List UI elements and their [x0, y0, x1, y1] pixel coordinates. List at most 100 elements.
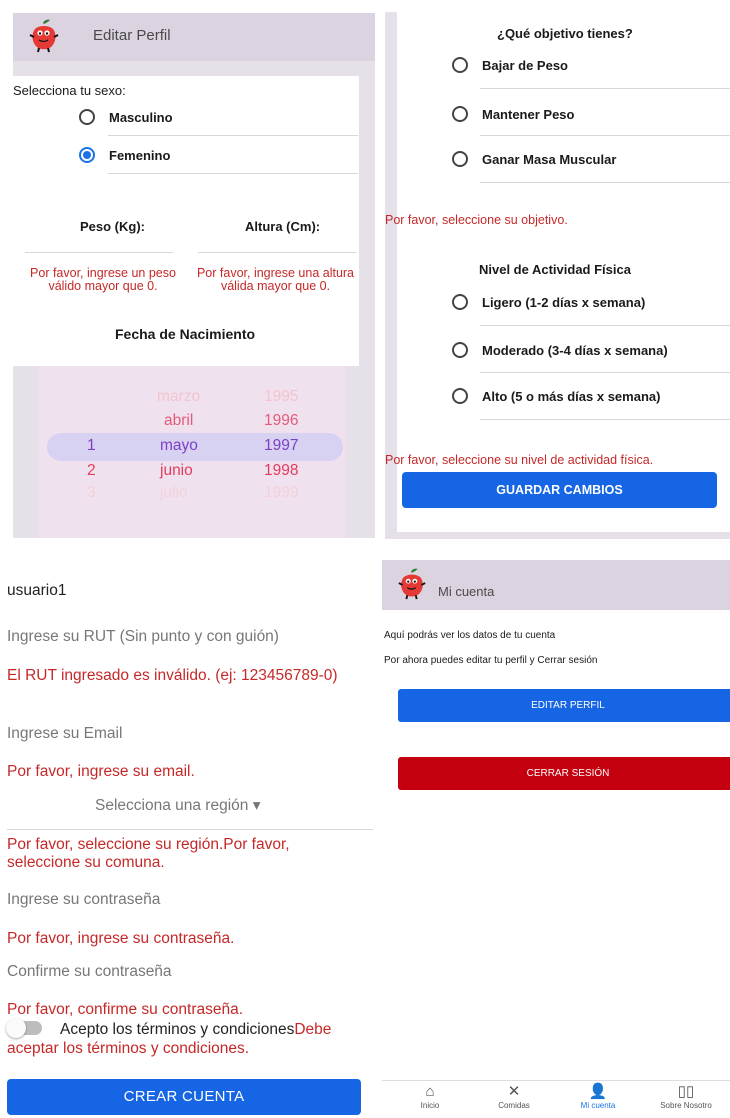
email-input[interactable]: Ingrese su Email: [7, 725, 122, 743]
goal-option-mantener-peso[interactable]: Mantener Peso: [452, 106, 574, 122]
divider: [480, 325, 730, 326]
goal-error: Por favor, seleccione su objetivo.: [385, 213, 568, 227]
radio-moderado[interactable]: [452, 342, 468, 358]
picker-year[interactable]: 1996: [264, 412, 298, 430]
radio-alto[interactable]: [452, 388, 468, 404]
edit-profile-panel: Editar Perfil Selecciona tu sexo: Mascul…: [13, 13, 375, 538]
activity-title: Nivel de Actividad Física: [479, 262, 631, 277]
picker-year[interactable]: 1999: [264, 484, 298, 502]
tab-label: Mi cuenta: [580, 1101, 616, 1110]
picker-month-selected[interactable]: mayo: [160, 437, 198, 455]
activity-option-alto[interactable]: Alto (5 o más días x semana): [452, 388, 660, 404]
sex-option-masculino[interactable]: Masculino: [79, 109, 173, 125]
picker-day[interactable]: 2: [87, 462, 96, 480]
radio-mantener-peso[interactable]: [452, 106, 468, 122]
apple-logo-icon: [398, 568, 426, 600]
goal-option-label: Ganar Masa Muscular: [482, 151, 617, 167]
picker-month[interactable]: abril: [164, 412, 193, 430]
tab-label: Inicio: [420, 1101, 440, 1110]
picker-day[interactable]: 3: [87, 484, 96, 502]
sex-label: Selecciona tu sexo:: [13, 83, 126, 98]
tab-comidas[interactable]: ✕ Comidas: [474, 1083, 554, 1110]
tab-sobre-nosotros[interactable]: ▯▯ Sobre Nosotro: [646, 1083, 726, 1110]
logout-button[interactable]: CERRAR SESIÓN: [398, 757, 730, 790]
picker-year[interactable]: 1995: [264, 388, 298, 406]
person-icon: 👤: [588, 1083, 608, 1100]
password-input[interactable]: Ingrese su contraseña: [7, 891, 160, 909]
height-label: Altura (Cm):: [245, 219, 321, 234]
rut-error: El RUT ingresado es inválido. (ej: 12345…: [7, 667, 338, 684]
radio-ganar-masa[interactable]: [452, 151, 468, 167]
save-changes-button[interactable]: GUARDAR CAMBIOS: [402, 472, 717, 508]
activity-option-label: Moderado (3-4 días x semana): [482, 342, 668, 358]
confirm-password-error: Por favor, confirme su contraseña.: [7, 1001, 244, 1018]
divider: [480, 182, 730, 183]
email-error: Por favor, ingrese su email.: [7, 763, 195, 780]
create-account-button[interactable]: CREAR CUENTA: [7, 1079, 361, 1115]
picker-month[interactable]: marzo: [157, 388, 200, 406]
divider: [480, 88, 730, 89]
edit-profile-card: Selecciona tu sexo: Masculino Femenino P…: [13, 76, 359, 366]
activity-error: Por favor, seleccione su nivel de activi…: [385, 453, 654, 467]
home-icon: ⌂: [425, 1083, 435, 1100]
radio-bajar-peso[interactable]: [452, 57, 468, 73]
birth-date-title: Fecha de Nacimiento: [115, 326, 256, 342]
header-title: Editar Perfil: [93, 27, 171, 44]
tab-label: Comidas: [498, 1101, 530, 1110]
activity-option-ligero[interactable]: Ligero (1-2 días x semana): [452, 294, 645, 310]
goal-option-label: Bajar de Peso: [482, 57, 568, 73]
rut-input[interactable]: Ingrese su RUT (Sin punto y con guión): [7, 628, 279, 646]
weight-error: Por favor, ingrese un peso válido mayor …: [30, 266, 176, 293]
region-error: Por favor, seleccione su región.Por favo…: [7, 836, 290, 871]
username-field[interactable]: usuario1: [7, 582, 66, 600]
weight-label: Peso (Kg):: [80, 219, 145, 234]
activity-option-moderado[interactable]: Moderado (3-4 días x semana): [452, 342, 668, 358]
activity-option-label: Alto (5 o más días x semana): [482, 388, 661, 404]
region-select[interactable]: Selecciona una región ▾: [95, 796, 260, 815]
sex-option-label: Masculino: [109, 109, 173, 125]
tab-inicio[interactable]: ⌂ Inicio: [390, 1083, 470, 1110]
picker-year[interactable]: 1998: [264, 462, 298, 480]
goal-option-label: Mantener Peso: [482, 106, 575, 122]
app-header: Mi cuenta: [382, 560, 730, 610]
divider: [108, 135, 358, 136]
picker-month[interactable]: junio: [160, 462, 193, 480]
divider: [108, 173, 358, 174]
picker-year-selected[interactable]: 1997: [264, 437, 298, 455]
sex-option-femenino[interactable]: Femenino: [79, 147, 170, 163]
app-header: Editar Perfil: [13, 13, 375, 61]
radio-ligero[interactable]: [452, 294, 468, 310]
picker-month[interactable]: julio: [160, 484, 188, 502]
password-error: Por favor, ingrese su contraseña.: [7, 930, 235, 947]
divider: [480, 372, 730, 373]
confirm-password-input[interactable]: Confirme su contraseña: [7, 963, 172, 981]
picker-day-selected[interactable]: 1: [87, 437, 96, 455]
utensils-icon: ✕: [507, 1083, 521, 1100]
book-icon: ▯▯: [677, 1083, 695, 1100]
height-input[interactable]: [198, 252, 356, 253]
header-title: Mi cuenta: [438, 584, 495, 599]
divider: [480, 419, 730, 420]
height-error: Por favor, ingrese una altura válida may…: [196, 266, 355, 293]
weight-input[interactable]: [25, 252, 173, 253]
edit-profile-button[interactable]: EDITAR PERFIL: [398, 689, 730, 722]
goals-card: ¿Qué objetivo tienes? Bajar de Peso Mant…: [385, 12, 730, 532]
goal-option-ganar-masa[interactable]: Ganar Masa Muscular: [452, 151, 616, 167]
tab-mi-cuenta[interactable]: 👤 Mi cuenta: [558, 1083, 638, 1110]
terms-label: Acepto los términos y condiciones: [60, 1021, 295, 1038]
radio-femenino-selected[interactable]: [79, 147, 95, 163]
apple-logo-icon: [29, 19, 59, 53]
account-info-line1: Aquí podrás ver los datos de tu cuenta: [384, 630, 556, 641]
terms-row: Acepto los términos y condicionesDebe ac…: [7, 1020, 367, 1058]
account-panel: Mi cuenta Aquí podrás ver los datos de t…: [382, 560, 730, 1118]
tab-label: Sobre Nosotro: [660, 1101, 712, 1110]
radio-masculino[interactable]: [79, 109, 95, 125]
date-picker-wheel[interactable]: marzo 1995 abril 1996 1 mayo 1997 2 juni…: [39, 366, 346, 538]
activity-option-label: Ligero (1-2 días x semana): [482, 294, 646, 310]
bottom-tab-bar: ⌂ Inicio ✕ Comidas 👤 Mi cuenta ▯▯ Sobre …: [382, 1080, 730, 1118]
goal-question: ¿Qué objetivo tienes?: [497, 26, 633, 41]
sex-option-label: Femenino: [109, 147, 171, 163]
goal-option-bajar-peso[interactable]: Bajar de Peso: [452, 57, 568, 73]
goals-panel: ¿Qué objetivo tienes? Bajar de Peso Mant…: [385, 12, 730, 539]
account-info-line2: Por ahora puedes editar tu perfil y Cerr…: [384, 655, 598, 666]
